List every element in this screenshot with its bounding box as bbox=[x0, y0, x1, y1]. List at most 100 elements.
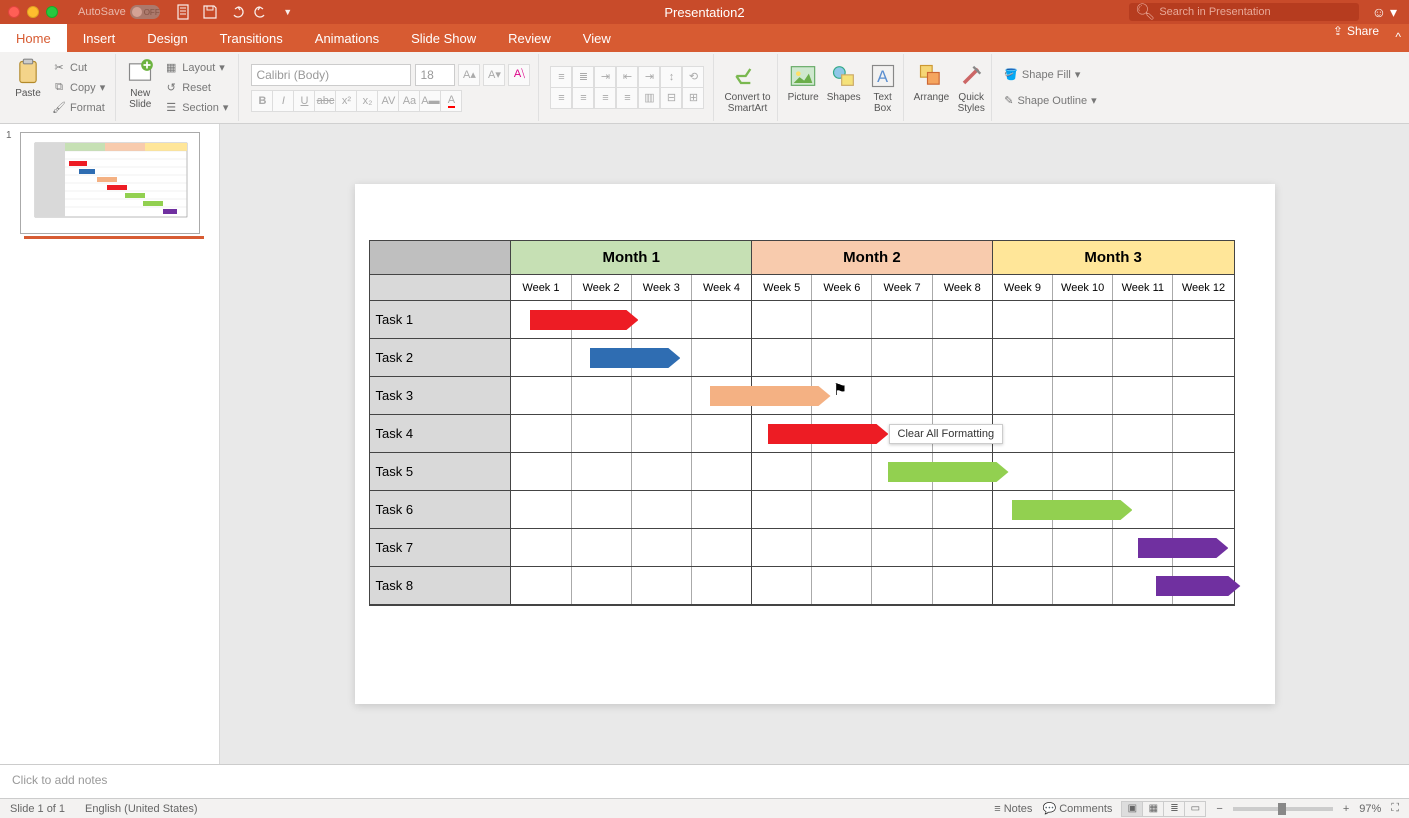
language-label[interactable]: English (United States) bbox=[85, 803, 198, 815]
quick-styles-button[interactable]: Quick Styles bbox=[957, 62, 985, 114]
gantt-bar[interactable] bbox=[1156, 576, 1240, 596]
font-size-select[interactable] bbox=[415, 64, 455, 86]
copy-button[interactable]: ⧉Copy ▾ bbox=[48, 78, 109, 98]
slide[interactable]: Month 1Month 2Month 3Week 1Week 2Week 3W… bbox=[355, 184, 1275, 704]
tab-animations[interactable]: Animations bbox=[299, 24, 395, 52]
tab-home[interactable]: Home bbox=[0, 24, 67, 52]
gantt-bar[interactable] bbox=[768, 424, 889, 444]
week-header: Week 2 bbox=[572, 275, 632, 300]
section-button[interactable]: ☰Section ▾ bbox=[160, 98, 232, 118]
align-right-button[interactable]: ≡ bbox=[594, 87, 616, 109]
shape-outline-button[interactable]: ✎Shape Outline ▾ bbox=[1004, 91, 1096, 111]
qat-customize-icon[interactable]: ▼ bbox=[280, 4, 296, 20]
convert-smartart-button[interactable]: Convert to SmartArt bbox=[724, 62, 770, 114]
font-color-button[interactable]: A bbox=[440, 90, 462, 112]
shapes-button[interactable]: Shapes bbox=[827, 62, 861, 114]
collapse-ribbon-icon[interactable]: ^ bbox=[1395, 30, 1401, 44]
paste-button[interactable]: Paste bbox=[14, 58, 42, 99]
share-button[interactable]: ⇪Share bbox=[1333, 24, 1379, 38]
gantt-bar[interactable] bbox=[530, 310, 638, 330]
reset-button[interactable]: ↺Reset bbox=[160, 78, 232, 98]
notes-pane[interactable]: Click to add notes bbox=[0, 764, 1409, 798]
text-direction-button[interactable]: ⟲ bbox=[682, 66, 704, 88]
gantt-bar[interactable] bbox=[1012, 500, 1133, 520]
comments-toggle[interactable]: 💬 Comments bbox=[1042, 802, 1112, 815]
tab-review[interactable]: Review bbox=[492, 24, 567, 52]
sorter-view-button[interactable]: ▦ bbox=[1142, 801, 1164, 817]
normal-view-button[interactable]: ▣ bbox=[1121, 801, 1143, 817]
highlight-button[interactable]: A▬ bbox=[419, 90, 441, 112]
slide-count-label: Slide 1 of 1 bbox=[10, 803, 65, 815]
decrease-indent-button[interactable]: ⇤ bbox=[616, 66, 638, 88]
close-window-button[interactable] bbox=[8, 6, 20, 18]
undo-icon[interactable] bbox=[228, 4, 244, 20]
slide-canvas-area[interactable]: Month 1Month 2Month 3Week 1Week 2Week 3W… bbox=[220, 124, 1409, 764]
italic-button[interactable]: I bbox=[272, 90, 294, 112]
search-input[interactable] bbox=[1159, 6, 1353, 18]
autosave-toggle[interactable]: AutoSave OFF bbox=[78, 5, 160, 19]
window-controls bbox=[8, 6, 58, 18]
zoom-slider[interactable] bbox=[1233, 807, 1333, 811]
line-spacing-button[interactable]: ↕ bbox=[660, 66, 682, 88]
shape-fill-button[interactable]: 🪣Shape Fill ▾ bbox=[1004, 65, 1080, 85]
new-slide-button[interactable]: New Slide bbox=[126, 58, 154, 110]
thumbnail-active-indicator bbox=[24, 236, 204, 239]
columns-button[interactable]: ▥ bbox=[638, 87, 660, 109]
slideshow-view-button[interactable]: ▭ bbox=[1184, 801, 1206, 817]
zoom-out-button[interactable]: − bbox=[1216, 803, 1222, 815]
shrink-font-button[interactable]: A▾ bbox=[483, 64, 505, 86]
gantt-bar[interactable] bbox=[590, 348, 680, 368]
file-icon[interactable] bbox=[176, 4, 192, 20]
maximize-window-button[interactable] bbox=[46, 6, 58, 18]
numbering-button[interactable]: ≣ bbox=[572, 66, 594, 88]
superscript-button[interactable]: x² bbox=[335, 90, 357, 112]
tab-transitions[interactable]: Transitions bbox=[204, 24, 299, 52]
bullets-button[interactable]: ≡ bbox=[550, 66, 572, 88]
textbox-button[interactable]: AText Box bbox=[869, 62, 897, 114]
search-box[interactable]: 🔍︎ bbox=[1129, 3, 1359, 21]
arrange-button[interactable]: Arrange bbox=[914, 62, 950, 114]
week-header: Week 3 bbox=[632, 275, 692, 300]
slide-thumbnail-1[interactable] bbox=[20, 132, 200, 234]
cut-button[interactable]: ✂Cut bbox=[48, 58, 109, 78]
zoom-in-button[interactable]: + bbox=[1343, 803, 1349, 815]
strikethrough-button[interactable]: abc bbox=[314, 90, 336, 112]
gantt-bar[interactable] bbox=[710, 386, 831, 406]
grid-cell bbox=[812, 529, 872, 566]
align-left-button[interactable]: ≡ bbox=[550, 87, 572, 109]
tab-insert[interactable]: Insert bbox=[67, 24, 132, 52]
picture-button[interactable]: Picture bbox=[788, 62, 819, 114]
align-text-button[interactable]: ⊟ bbox=[660, 87, 682, 109]
zoom-label[interactable]: 97% bbox=[1359, 803, 1381, 815]
fit-to-window-button[interactable]: ⛶ bbox=[1391, 802, 1399, 815]
justify-button[interactable]: ≡ bbox=[616, 87, 638, 109]
grid-cell bbox=[692, 339, 752, 376]
format-painter-button[interactable]: 🖌Format bbox=[48, 98, 109, 118]
align-center-button[interactable]: ≡ bbox=[572, 87, 594, 109]
clear-formatting-button[interactable]: A⧹ bbox=[508, 64, 530, 86]
increase-indent-button[interactable]: ⇥ bbox=[638, 66, 660, 88]
char-spacing-button[interactable]: AV bbox=[377, 90, 399, 112]
distribute-button[interactable]: ⊞ bbox=[682, 87, 704, 109]
reading-view-button[interactable]: ≣ bbox=[1163, 801, 1185, 817]
smartart-group: Convert to SmartArt bbox=[718, 54, 777, 121]
redo-icon[interactable] bbox=[254, 4, 270, 20]
tab-design[interactable]: Design bbox=[131, 24, 203, 52]
list-level-button[interactable]: ⇥ bbox=[594, 66, 616, 88]
gantt-bar[interactable] bbox=[1138, 538, 1228, 558]
save-icon[interactable] bbox=[202, 4, 218, 20]
grid-cell bbox=[933, 377, 993, 414]
font-name-select[interactable] bbox=[251, 64, 411, 86]
grow-font-button[interactable]: A▴ bbox=[458, 64, 480, 86]
layout-button[interactable]: ▦Layout ▾ bbox=[160, 58, 232, 78]
tab-view[interactable]: View bbox=[567, 24, 627, 52]
tab-slideshow[interactable]: Slide Show bbox=[395, 24, 492, 52]
change-case-button[interactable]: Aa bbox=[398, 90, 420, 112]
notes-toggle[interactable]: ≡ Notes bbox=[994, 803, 1032, 815]
underline-button[interactable]: U bbox=[293, 90, 315, 112]
subscript-button[interactable]: x₂ bbox=[356, 90, 378, 112]
bold-button[interactable]: B bbox=[251, 90, 273, 112]
gantt-bar[interactable] bbox=[888, 462, 1009, 482]
feedback-icon[interactable]: ☺ ▾ bbox=[1372, 4, 1397, 21]
minimize-window-button[interactable] bbox=[27, 6, 39, 18]
